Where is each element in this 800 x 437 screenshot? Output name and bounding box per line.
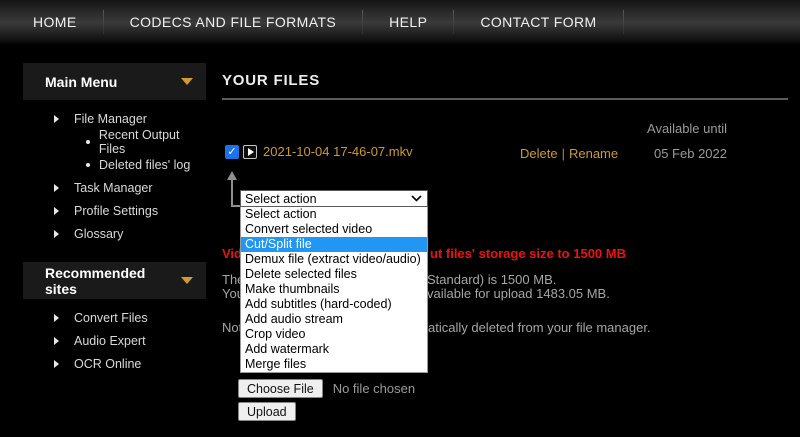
- play-icon[interactable]: [243, 144, 257, 159]
- upload-button[interactable]: Upload: [238, 402, 296, 421]
- sidebar-menu: Convert Files Audio Expert OCR Online: [23, 299, 206, 375]
- arrow-right-icon: [54, 313, 59, 322]
- note-line-right: atically deleted from your file manager.: [428, 320, 651, 335]
- storage-alert-right: ut files' storage size to 1500 MB: [430, 246, 626, 261]
- file-row: ✓ 2021-10-04 17-46-07.mkv: [225, 144, 413, 159]
- action-option-add-watermark[interactable]: Add watermark: [241, 342, 427, 357]
- file-available-until-date: 05 Feb 2022: [653, 146, 727, 161]
- sidebar-menu: File Manager Recent Output Files Deleted f…: [23, 100, 206, 245]
- nav-separator: [622, 10, 624, 34]
- sidebar-item-label: OCR Online: [74, 356, 142, 371]
- sidebar-item-audio-expert[interactable]: Audio Expert: [23, 329, 206, 352]
- sidebar-header-title: Main Menu: [45, 73, 118, 90]
- link-separator: |: [561, 146, 565, 161]
- connector-line-vertical: [231, 180, 233, 207]
- sidebar-item-label: Task Manager: [74, 180, 153, 195]
- nav-item-home[interactable]: HOME: [27, 14, 83, 30]
- action-option-convert-selected-video[interactable]: Convert selected video: [241, 222, 427, 237]
- rename-link[interactable]: Rename: [569, 146, 618, 161]
- arrow-right-icon: [54, 229, 59, 238]
- bullet-icon: [86, 162, 90, 167]
- file-checkbox[interactable]: ✓: [225, 144, 239, 159]
- action-option-merge-files[interactable]: Merge files: [241, 357, 427, 372]
- nav-item-help[interactable]: HELP: [383, 14, 433, 30]
- sidebar-header-main-menu[interactable]: Main Menu: [23, 63, 206, 100]
- storage-line1-right: Standard) is 1500 MB.: [427, 272, 557, 287]
- action-option-make-thumbnails[interactable]: Make thumbnails: [241, 282, 427, 297]
- storage-line2-right: vailable for upload 1483.05 MB.: [427, 286, 610, 301]
- file-row-actions: Delete | Rename: [520, 146, 618, 161]
- nav-item-codecs-and-file-formats[interactable]: CODECS AND FILE FORMATS: [124, 14, 343, 30]
- bullet-icon: [86, 139, 90, 144]
- sidebar-item-task-manager[interactable]: Task Manager: [23, 176, 206, 199]
- action-option-crop-video[interactable]: Crop video: [241, 327, 427, 342]
- chevron-down-icon: [411, 195, 422, 202]
- sidebar-item-convert-files[interactable]: Convert Files: [23, 306, 206, 329]
- arrow-right-icon: [54, 114, 59, 123]
- sidebar-item-label: File Manager: [74, 111, 147, 126]
- sidebar-subitem-recent-output-files[interactable]: Recent Output Files: [23, 127, 206, 156]
- sidebar-header-title: Recommended sites: [45, 264, 146, 297]
- sidebar-subitem-label: Deleted files' log: [99, 157, 191, 172]
- sidebar-item-ocr-online[interactable]: OCR Online: [23, 352, 206, 375]
- sidebar-header-recommended-sites[interactable]: Recommended sites: [23, 262, 206, 299]
- no-file-chosen-text: No file chosen: [332, 381, 416, 396]
- nav-item-contact-form[interactable]: CONTACT FORM: [474, 14, 602, 30]
- action-option-add-audio-stream[interactable]: Add audio stream: [241, 312, 427, 327]
- page-title: YOUR FILES: [222, 72, 788, 100]
- file-name-link[interactable]: 2021-10-04 17-46-07.mkv: [263, 144, 413, 159]
- sidebar-subitem-label: Recent Output Files: [98, 127, 180, 156]
- action-option-cut-split-file[interactable]: Cut/Split file: [241, 237, 427, 252]
- action-select[interactable]: Select action: [240, 190, 428, 207]
- storage-alert-left: Vid: [222, 246, 242, 261]
- arrow-right-icon: [54, 206, 59, 215]
- arrow-right-icon: [54, 183, 59, 192]
- sidebar-item-label: Glossary: [74, 226, 124, 241]
- sidebar-item-profile-settings[interactable]: Profile Settings: [23, 199, 206, 222]
- caret-down-icon: [181, 78, 193, 85]
- sidebar: Main Menu File Manager Recent Output Files…: [23, 63, 206, 375]
- delete-link[interactable]: Delete: [520, 146, 558, 161]
- action-option-add-subtitles-hard-coded[interactable]: Add subtitles (hard-coded): [241, 297, 427, 312]
- sidebar-item-label: Convert Files: [74, 310, 148, 325]
- caret-down-icon: [181, 277, 193, 284]
- arrow-right-icon: [54, 359, 59, 368]
- sidebar-item-label: Profile Settings: [74, 203, 159, 218]
- nav-separator: [453, 10, 455, 34]
- top-nav: HOME CODECS AND FILE FORMATS HELP CONTACT F…: [0, 0, 800, 45]
- action-option-delete-selected-files[interactable]: Delete selected files: [241, 267, 427, 282]
- connector-arrow-up-icon: [227, 171, 237, 180]
- nav-separator: [362, 10, 364, 34]
- action-select-value: Select action: [245, 191, 317, 206]
- sidebar-item-glossary[interactable]: Glossary: [23, 222, 206, 245]
- choose-file-button[interactable]: Choose File: [238, 379, 323, 398]
- play-triangle-icon: [247, 147, 254, 156]
- sidebar-item-label: Audio Expert: [74, 333, 146, 348]
- nav-separator: [102, 10, 104, 34]
- sidebar-subitem-deleted-files-log[interactable]: Deleted files' log: [23, 153, 206, 176]
- available-until-label: Available until: [647, 121, 727, 136]
- action-option-select-action[interactable]: Select action: [241, 207, 427, 222]
- file-input-row: Choose File No file chosen: [238, 379, 415, 398]
- action-dropdown-list: Select action Convert selected video Cut/S…: [240, 207, 428, 373]
- action-option-demux-file-extract-video-audio[interactable]: Demux file (extract video/audio): [241, 252, 427, 267]
- arrow-right-icon: [54, 336, 59, 345]
